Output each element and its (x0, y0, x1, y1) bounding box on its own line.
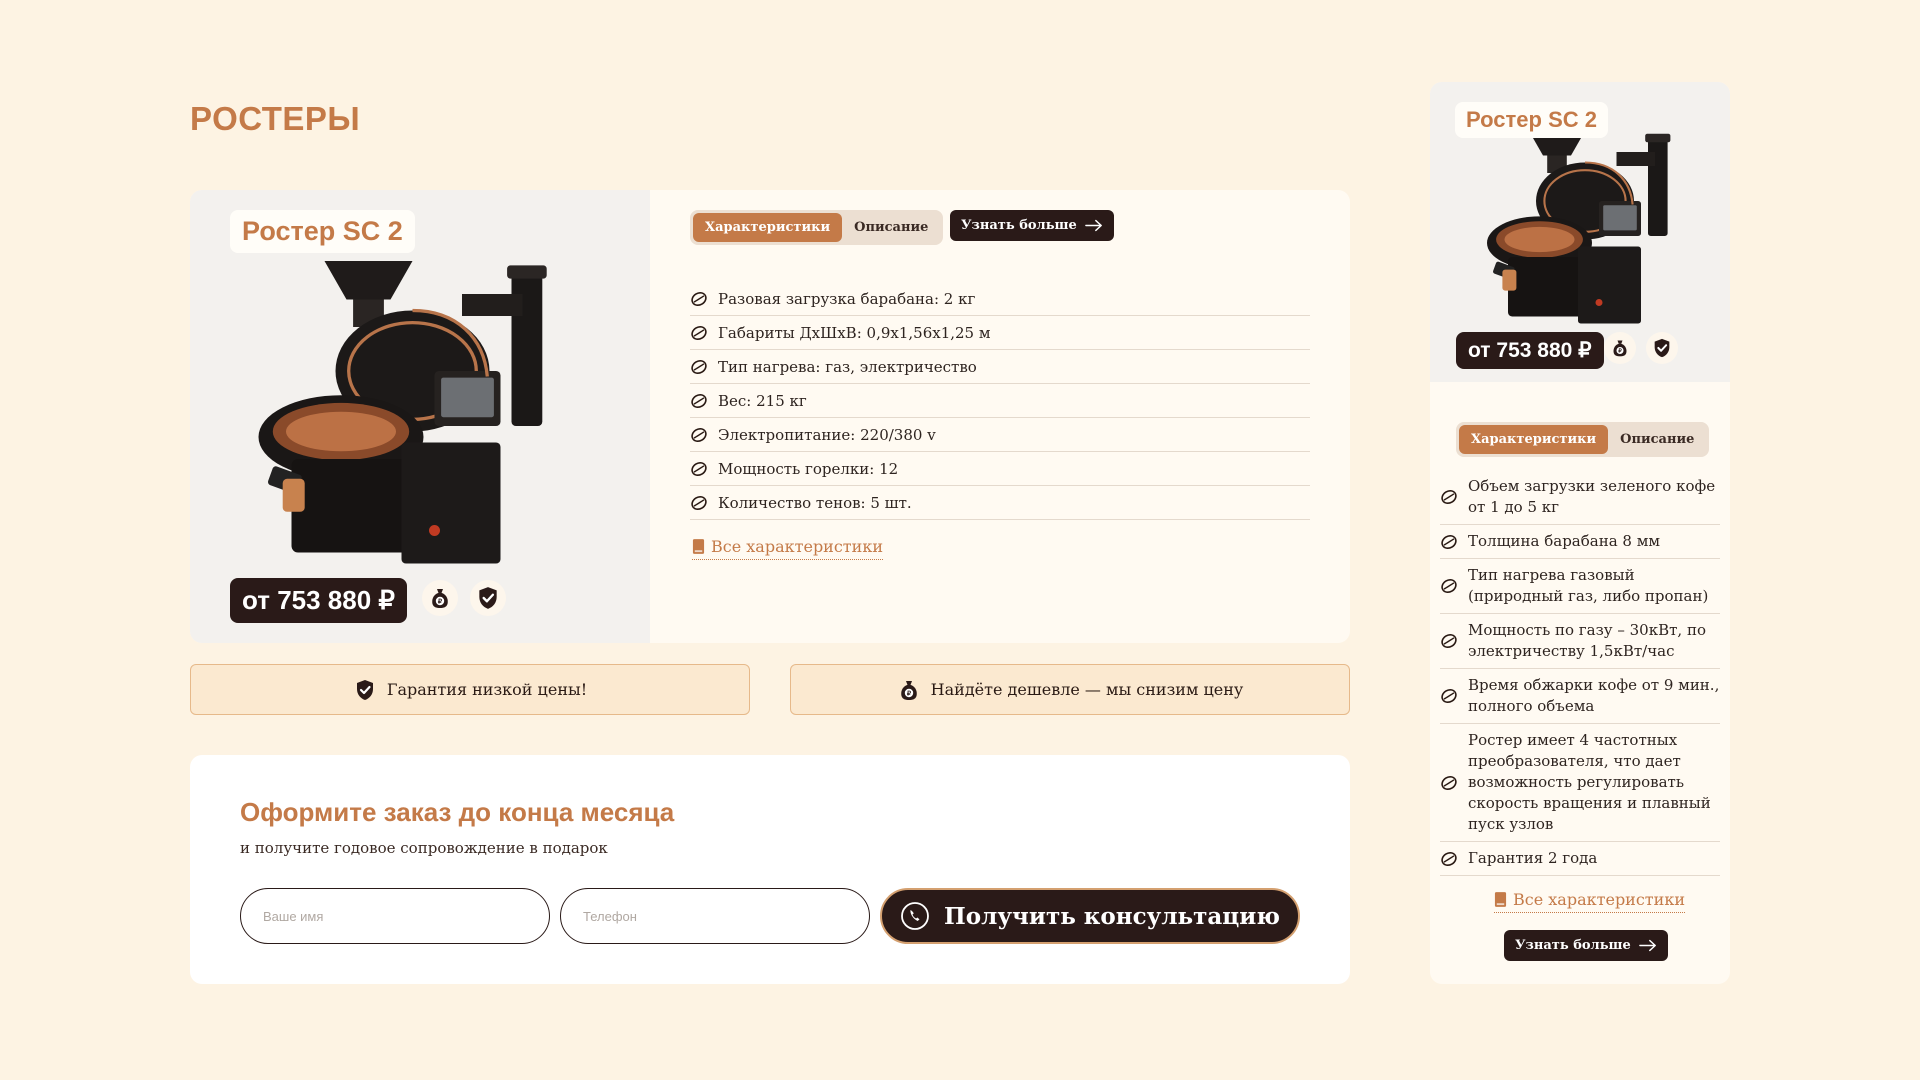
coffee-bean-icon (1440, 577, 1458, 595)
book-icon (1494, 891, 1507, 908)
roaster-image[interactable] (1480, 124, 1690, 334)
spec-tabs: Характеристики Описание (1456, 422, 1710, 457)
list-item: Количество тенов: 5 шт. (690, 486, 1310, 520)
learn-more-button[interactable]: Узнать больше (1504, 930, 1668, 961)
arrow-right-icon (1639, 939, 1657, 952)
list-item: Ростер имеет 4 частотных преобразователя… (1440, 724, 1720, 842)
spec-list: Объем загрузки зеленого кофе от 1 до 5 к… (1440, 470, 1720, 876)
product-image-pane: Ростер SC 2 от 753 880 ₽ (1430, 82, 1730, 382)
learn-more-label: Узнать больше (1515, 938, 1631, 953)
product-name: Ростер SC 2 (1455, 102, 1608, 138)
book-icon (692, 538, 705, 555)
coffee-bean-icon (1440, 533, 1458, 551)
roaster-image[interactable] (245, 250, 580, 580)
coffee-bean-icon (690, 494, 708, 512)
list-item: Толщина барабана 8 мм (1440, 525, 1720, 559)
coffee-bean-icon (1440, 488, 1458, 506)
spec-list: Разовая загрузка барабана: 2 кг Габариты… (690, 282, 1310, 520)
tab-description[interactable]: Описание (1608, 425, 1706, 454)
price-badge: от 753 880 ₽ (1456, 332, 1604, 369)
shield-check-icon (353, 678, 377, 702)
coffee-bean-icon (690, 426, 708, 444)
name-input[interactable] (240, 888, 550, 944)
all-specs-link[interactable]: Все характеристики (692, 537, 883, 560)
arrow-right-icon (1085, 219, 1103, 232)
coffee-bean-icon (1440, 774, 1458, 792)
section-title: РОСТЕРЫ (190, 100, 361, 137)
product-card: Ростер SC 2 от 753 880 ₽ Характеристики … (190, 190, 1350, 643)
list-item: Габариты ДхШхВ: 0,9х1,56х1,25 м (690, 316, 1310, 350)
product-name: Ростер SC 2 (230, 210, 415, 253)
list-item: Электропитание: 220/380 v (690, 418, 1310, 452)
low-price-guarantee: Гарантия низкой цены! (190, 664, 750, 715)
list-item: Мощность горелки: 12 (690, 452, 1310, 486)
product-image-pane: Ростер SC 2 от 753 880 ₽ (190, 190, 650, 643)
all-specs-link[interactable]: Все характеристики (1494, 890, 1685, 913)
learn-more-button[interactable]: Узнать больше (950, 210, 1114, 241)
coffee-bean-icon (690, 392, 708, 410)
money-bag-icon (897, 678, 921, 702)
spec-tabs: Характеристики Описание (690, 210, 944, 245)
shield-check-icon[interactable] (470, 580, 506, 616)
price-badge: от 753 880 ₽ (230, 578, 407, 623)
learn-more-label: Узнать больше (961, 218, 1077, 233)
list-item: Разовая загрузка барабана: 2 кг (690, 282, 1310, 316)
price-match-banner: Найдёте дешевле — мы снизим цену (790, 664, 1350, 715)
side-product-card: Ростер SC 2 от 753 880 ₽ Характеристики … (1430, 82, 1730, 984)
coffee-bean-icon (1440, 632, 1458, 650)
phone-input[interactable] (560, 888, 870, 944)
list-item: Время обжарки кофе от 9 мин., полного об… (1440, 669, 1720, 724)
list-item: Тип нагрева: газ, электричество (690, 350, 1310, 384)
list-item: Тип нагрева газовый (природный газ, либо… (1440, 559, 1720, 614)
consultation-button[interactable]: Получить консультацию (880, 888, 1300, 944)
coffee-bean-icon (690, 290, 708, 308)
tab-characteristics[interactable]: Характеристики (693, 213, 843, 242)
coffee-bean-icon (1440, 687, 1458, 705)
coffee-bean-icon (1440, 850, 1458, 868)
shield-check-icon[interactable] (1646, 332, 1678, 364)
phone-icon (901, 902, 929, 930)
tab-characteristics[interactable]: Характеристики (1459, 425, 1609, 454)
order-form: Оформите заказ до конца месяца и получит… (190, 755, 1350, 984)
list-item: Объем загрузки зеленого кофе от 1 до 5 к… (1440, 470, 1720, 525)
money-bag-icon[interactable] (422, 580, 458, 616)
order-subtitle: и получите годовое сопровождение в подар… (240, 839, 608, 857)
money-bag-icon[interactable] (1604, 332, 1636, 364)
list-item: Вес: 215 кг (690, 384, 1310, 418)
order-title: Оформите заказ до конца месяца (240, 797, 675, 827)
list-item: Мощность по газу – 30кВт, по электричест… (1440, 614, 1720, 669)
coffee-bean-icon (690, 358, 708, 376)
tab-description[interactable]: Описание (842, 213, 940, 242)
list-item: Гарантия 2 года (1440, 842, 1720, 876)
coffee-bean-icon (690, 324, 708, 342)
coffee-bean-icon (690, 460, 708, 478)
